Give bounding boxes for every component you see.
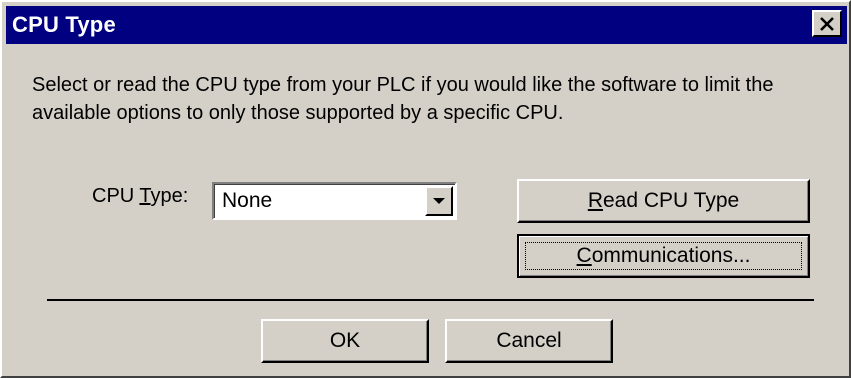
close-icon bbox=[820, 16, 834, 31]
cancel-label: Cancel bbox=[496, 329, 562, 352]
ok-label: OK bbox=[329, 329, 361, 352]
cpu-type-select[interactable]: None bbox=[212, 182, 457, 220]
cpu-type-selected-value: None bbox=[222, 189, 273, 212]
title-bar[interactable]: CPU Type bbox=[6, 6, 847, 44]
comm-mnemonic: C bbox=[576, 244, 592, 267]
read-rest: ead CPU Type bbox=[602, 189, 740, 212]
cpu-type-label-suffix: ype: bbox=[150, 185, 189, 207]
communications-button[interactable]: Communications... bbox=[517, 234, 810, 278]
dropdown-arrow-button[interactable] bbox=[425, 186, 453, 216]
read-mnemonic: R bbox=[587, 189, 603, 212]
cpu-type-label-mnemonic: T bbox=[139, 185, 151, 207]
separator-line bbox=[47, 299, 814, 301]
instruction-text: Select or read the CPU type from your PL… bbox=[32, 74, 774, 124]
chevron-down-icon bbox=[433, 198, 445, 204]
cancel-button[interactable]: Cancel bbox=[445, 319, 613, 363]
read-cpu-type-button[interactable]: Read CPU Type bbox=[517, 179, 810, 223]
cpu-type-label-prefix: CPU bbox=[92, 185, 140, 207]
cpu-type-label: CPU Type: bbox=[92, 185, 188, 208]
ok-button[interactable]: OK bbox=[261, 319, 429, 363]
close-button[interactable] bbox=[812, 10, 842, 37]
cpu-type-dialog: CPU Type Select or read the CPU type fro… bbox=[0, 0, 851, 378]
read-cpu-type-label: Read CPU Type bbox=[588, 189, 739, 213]
window-title: CPU Type bbox=[12, 12, 116, 37]
communications-label: Communications... bbox=[577, 244, 751, 268]
comm-rest: ommunications... bbox=[591, 244, 751, 267]
